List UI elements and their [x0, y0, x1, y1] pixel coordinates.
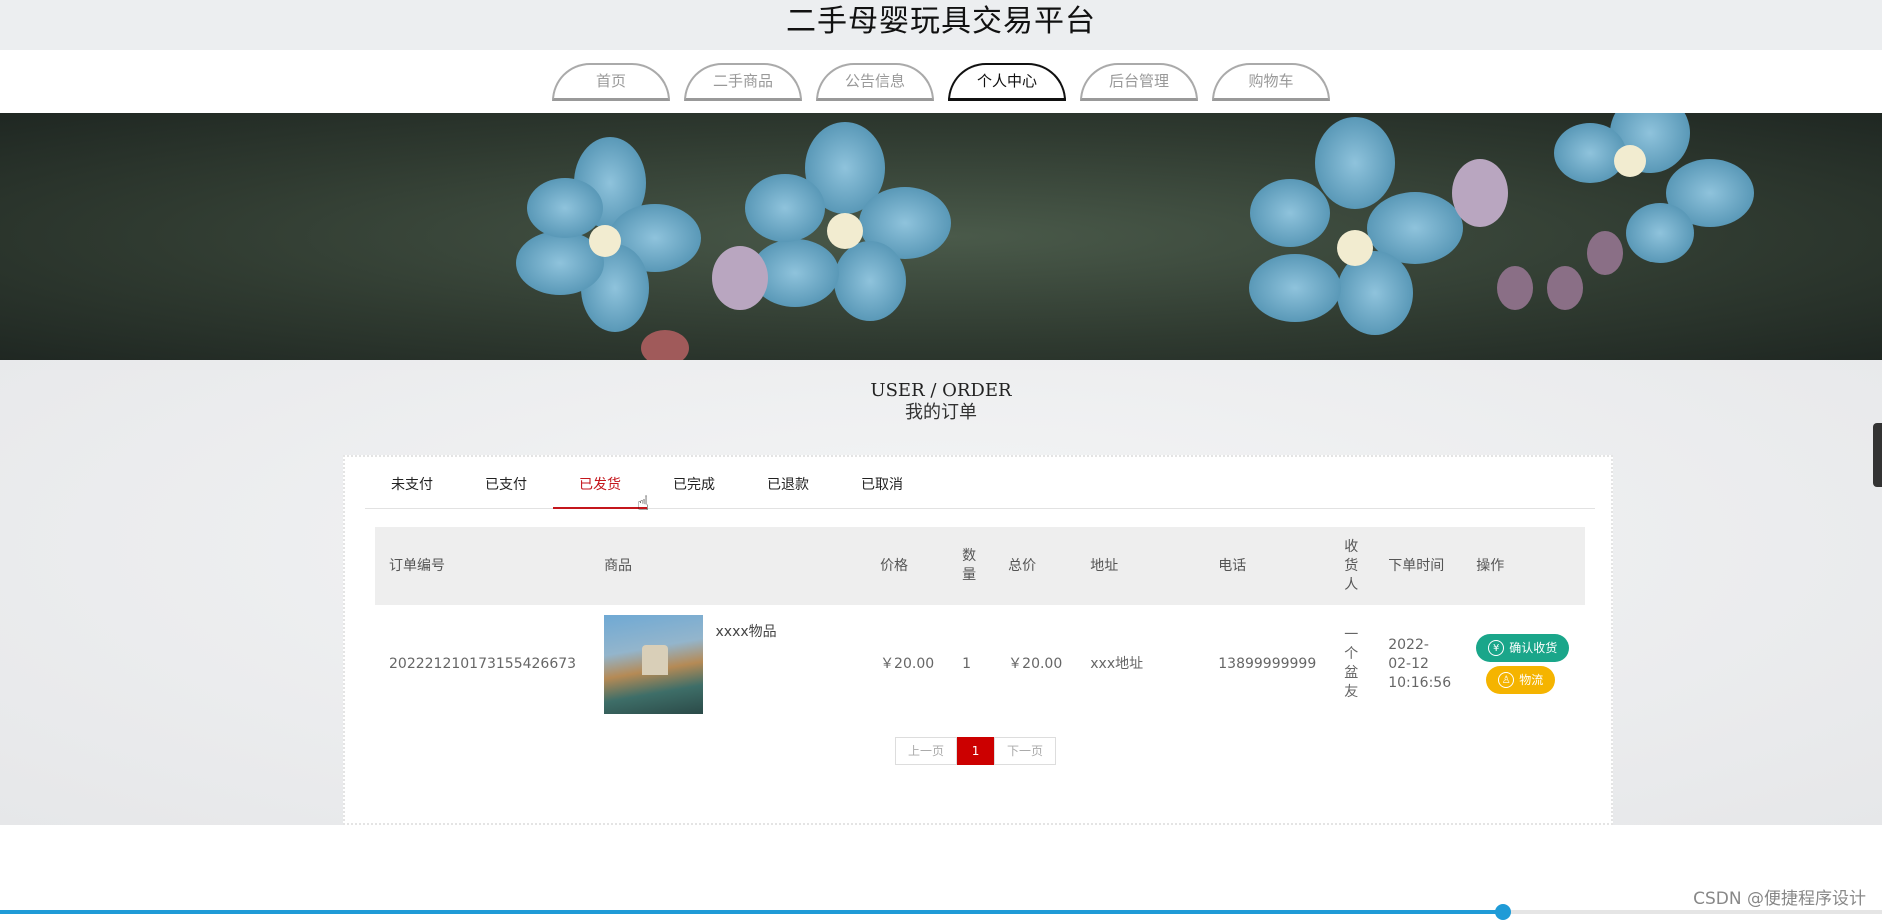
- confirm-receipt-label: 确认收货: [1509, 640, 1558, 655]
- prev-page-button[interactable]: 上一页: [895, 737, 958, 765]
- nav-cart[interactable]: 购物车: [1212, 63, 1330, 101]
- phone: 13899999999: [1218, 655, 1317, 672]
- order-panel: 未支付 已支付 已发货 已完成 已退款 已取消 订单编号 商品 价格 数量 总价…: [343, 455, 1613, 825]
- col-address: 地址: [1090, 557, 1119, 574]
- page-1-button[interactable]: 1: [957, 737, 995, 765]
- table-row: 202221210173155426673 xxxx物品 ￥20.00 1 ￥2…: [375, 605, 1585, 723]
- main-nav: 首页 二手商品 公告信息 个人中心 后台管理 购物车: [0, 50, 1882, 113]
- flower-banner-art: [516, 113, 1754, 360]
- confirm-receipt-button[interactable]: ¥ 确认收货: [1476, 634, 1570, 662]
- user-icon: ♙: [1498, 672, 1515, 688]
- nav-home[interactable]: 首页: [552, 63, 670, 101]
- yen-icon: ¥: [1488, 640, 1505, 656]
- page-progress-bar: [0, 910, 1882, 914]
- tab-cancelled[interactable]: 已取消: [835, 457, 929, 508]
- order-time: 2022-02-12 10:16:56: [1388, 636, 1452, 691]
- flower-2: [745, 122, 951, 321]
- banner-image: [0, 113, 1882, 360]
- order-section: USER / ORDER 我的订单 未支付 已支付 已发货 已完成 已退款 已取…: [0, 360, 1882, 825]
- flower-4: [1554, 113, 1754, 263]
- section-heading: USER / ORDER 我的订单: [0, 380, 1882, 424]
- logistics-label: 物流: [1519, 672, 1544, 687]
- side-scroll-handle[interactable]: [1873, 423, 1882, 487]
- order-table: 订单编号 商品 价格 数量 总价 地址 电话 收货人 下单时间 操作 20222…: [375, 527, 1585, 723]
- col-total: 总价: [1008, 557, 1037, 574]
- col-phone: 电话: [1218, 557, 1247, 574]
- actions-cell: ¥ 确认收货 ♙ 物流: [1462, 605, 1585, 723]
- section-title-en: USER / ORDER: [870, 380, 1012, 401]
- nav-admin[interactable]: 后台管理: [1080, 63, 1198, 101]
- tab-unpaid[interactable]: 未支付: [365, 457, 459, 508]
- tab-paid[interactable]: 已支付: [459, 457, 553, 508]
- flower-3: [1249, 117, 1463, 335]
- col-price: 价格: [880, 557, 909, 574]
- col-actions: 操作: [1476, 557, 1505, 574]
- pagination: 上一页 1 下一页: [895, 737, 1057, 765]
- order-status-tabs: 未支付 已支付 已发货 已完成 已退款 已取消: [365, 457, 1595, 509]
- tab-refunded[interactable]: 已退款: [741, 457, 835, 508]
- nav-secondhand-goods[interactable]: 二手商品: [684, 63, 802, 101]
- col-goods: 商品: [604, 557, 633, 574]
- col-receiver: 收货人: [1344, 538, 1359, 593]
- site-title: 二手母婴玩具交易平台: [786, 4, 1096, 39]
- tab-shipped[interactable]: 已发货: [553, 457, 647, 509]
- goods-thumbnail[interactable]: [604, 614, 704, 714]
- next-page-button[interactable]: 下一页: [994, 737, 1057, 765]
- site-header: 二手母婴玩具交易平台: [0, 0, 1882, 50]
- nav-announcements[interactable]: 公告信息: [816, 63, 934, 101]
- watermark: CSDN @便捷程序设计: [1693, 889, 1866, 909]
- receiver: 一个盆友: [1344, 627, 1359, 700]
- total-price: ￥20.00: [1008, 655, 1063, 672]
- col-time: 下单时间: [1388, 557, 1445, 574]
- tab-completed[interactable]: 已完成: [647, 457, 741, 508]
- progress-handle[interactable]: [1495, 904, 1511, 920]
- price: ￥20.00: [880, 655, 935, 672]
- logistics-button[interactable]: ♙ 物流: [1486, 666, 1556, 694]
- address: xxx地址: [1090, 655, 1144, 672]
- flower-1: [516, 137, 701, 332]
- order-no: 202221210173155426673: [389, 655, 577, 672]
- goods-name[interactable]: xxxx物品: [716, 623, 777, 642]
- hand-cursor-icon: ☝: [637, 491, 650, 515]
- section-title-cn: 我的订单: [905, 402, 977, 423]
- nav-user-center[interactable]: 个人中心: [948, 63, 1066, 101]
- table-header-row: 订单编号 商品 价格 数量 总价 地址 电话 收货人 下单时间 操作: [375, 527, 1585, 605]
- progress-fill: [0, 910, 1506, 914]
- col-qty: 数量: [962, 548, 977, 583]
- goods-cell: xxxx物品: [590, 605, 866, 723]
- quantity: 1: [962, 655, 972, 672]
- col-order-no: 订单编号: [389, 557, 445, 574]
